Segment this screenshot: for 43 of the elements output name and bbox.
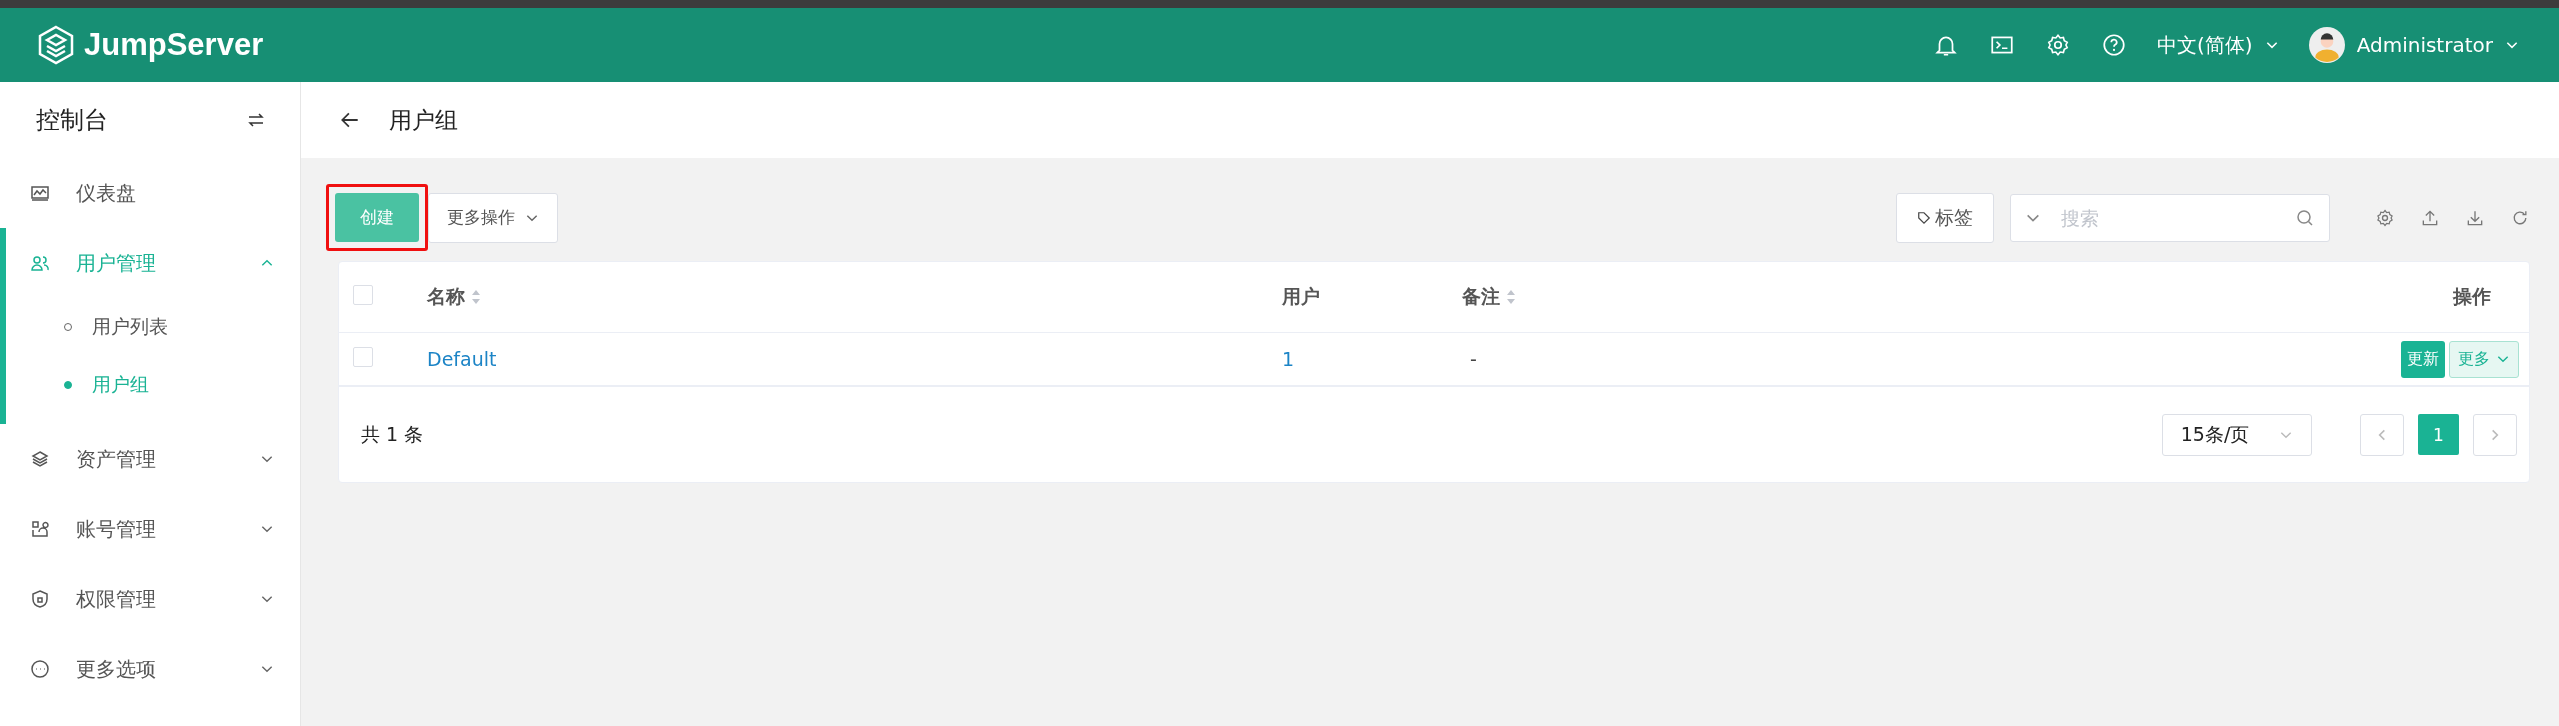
monitor-icon: [30, 183, 50, 203]
language-dropdown[interactable]: 中文(简体): [2157, 31, 2279, 59]
column-header: 名称: [427, 284, 465, 309]
tag-icon: [1917, 210, 1931, 225]
column-header: 操作: [2453, 284, 2491, 309]
search-icon[interactable]: [2295, 207, 2315, 228]
sidebar-item[interactable]: 权限管理: [6, 564, 300, 634]
layers-icon: [30, 449, 50, 469]
search-field[interactable]: 搜索: [2010, 193, 2330, 242]
user-count-link[interactable]: 1: [1282, 348, 1295, 370]
sidebar-item[interactable]: 资产管理: [6, 424, 300, 494]
help-icon[interactable]: [2101, 32, 2128, 58]
select-all-checkbox[interactable]: [353, 285, 373, 305]
sidebar-item[interactable]: 仪表盘: [6, 158, 300, 228]
update-button[interactable]: 更新: [2401, 340, 2445, 378]
page-title: 用户组: [389, 105, 458, 135]
page-button[interactable]: 1: [2418, 414, 2459, 455]
sidebar-item[interactable]: 账号管理: [6, 494, 300, 564]
column-header: 用户: [1282, 284, 1320, 309]
sidebar-title: 控制台: [36, 105, 108, 136]
id-card-icon: [30, 519, 50, 539]
dots-icon: [30, 659, 50, 679]
shield-icon: [30, 589, 50, 609]
brand-name: JumpServer: [84, 27, 264, 63]
cube-logo-icon: [36, 25, 76, 65]
settings-icon[interactable]: [2375, 207, 2395, 228]
user-dropdown[interactable]: Administrator: [2356, 33, 2519, 57]
avatar-icon[interactable]: [2308, 27, 2345, 63]
column-header: 备注: [1462, 284, 1500, 309]
name-link[interactable]: Default: [427, 348, 497, 370]
submenu-item[interactable]: 用户组: [6, 356, 300, 414]
create-button[interactable]: 创建: [335, 193, 419, 242]
sidebar-item[interactable]: 用户管理: [6, 228, 300, 298]
table-cell: -: [1470, 348, 1477, 370]
sidebar-item[interactable]: 更多选项: [6, 634, 300, 704]
more-actions-dropdown[interactable]: 更多操作: [428, 192, 558, 243]
tag-button[interactable]: 标签: [1896, 192, 1994, 243]
more-dropdown[interactable]: 更多: [2449, 340, 2519, 378]
row-checkbox[interactable]: [353, 347, 373, 367]
submenu-item[interactable]: 用户列表: [6, 298, 300, 356]
users-icon: [30, 253, 50, 273]
total-count: 共 1 条: [361, 421, 424, 447]
page-size-dropdown[interactable]: 15条/页: [2162, 413, 2312, 456]
